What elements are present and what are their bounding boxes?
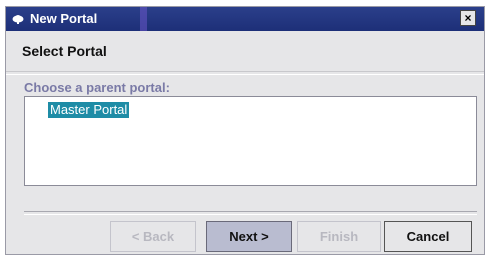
page-title: Select Portal bbox=[22, 43, 107, 59]
close-button[interactable]: × bbox=[460, 10, 476, 26]
finish-button[interactable]: Finish bbox=[297, 221, 381, 252]
parent-portal-list[interactable]: Master Portal bbox=[24, 96, 477, 186]
title-bar[interactable]: New Portal × bbox=[6, 7, 484, 31]
footer-divider bbox=[24, 211, 477, 215]
list-item-master-portal[interactable]: Master Portal bbox=[48, 102, 130, 118]
back-button[interactable]: < Back bbox=[110, 221, 196, 252]
parent-portal-label: Choose a parent portal: bbox=[24, 80, 170, 95]
next-button[interactable]: Next > bbox=[206, 221, 292, 252]
header-divider bbox=[6, 71, 484, 75]
portal-app-icon bbox=[12, 15, 24, 24]
window-title: New Portal bbox=[30, 11, 98, 26]
title-bar-accent bbox=[140, 7, 147, 31]
new-portal-dialog: New Portal × Select Portal Choose a pare… bbox=[5, 6, 485, 255]
cancel-button[interactable]: Cancel bbox=[384, 221, 472, 252]
close-icon: × bbox=[464, 11, 472, 25]
